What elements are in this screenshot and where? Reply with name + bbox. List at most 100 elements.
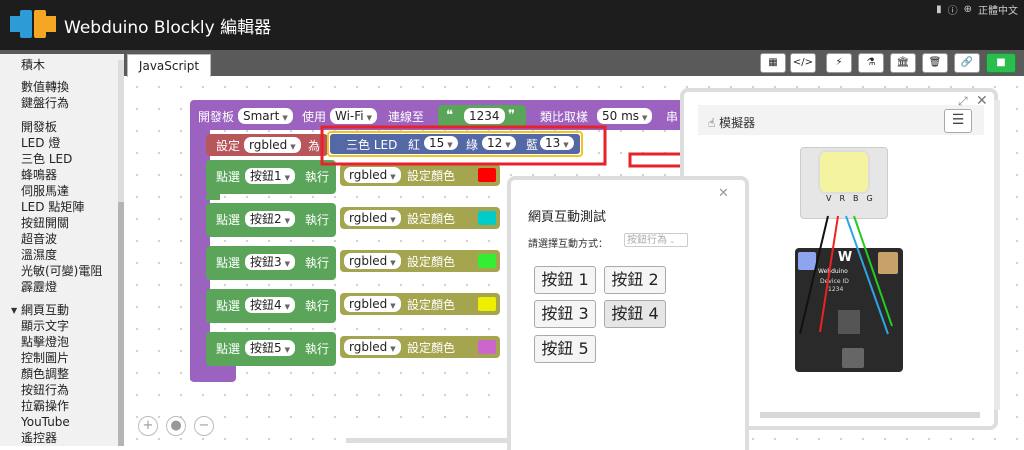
zoom-in-icon[interactable]: + bbox=[138, 416, 158, 436]
book-icon[interactable]: ▮ bbox=[936, 4, 942, 15]
block-label: 設定顏色 bbox=[407, 341, 456, 355]
sidebar-item[interactable]: 顯示文字 bbox=[21, 319, 69, 333]
variable-select[interactable]: rgbled ▼ bbox=[244, 137, 301, 153]
tab-javascript[interactable]: JavaScript bbox=[127, 54, 211, 77]
sidebar-item[interactable]: 三色 LED bbox=[21, 152, 72, 166]
rate-select[interactable]: 50 ms ▼ bbox=[597, 108, 653, 124]
block-label: 設定 bbox=[216, 139, 241, 153]
workspace-hscrollbar[interactable] bbox=[346, 438, 511, 443]
sidebar-item[interactable]: 拉霸操作 bbox=[21, 399, 69, 413]
web-button-2[interactable]: 按鈕 2 bbox=[604, 266, 666, 294]
sidebar-item[interactable]: 開發板 bbox=[21, 120, 57, 134]
dropdown-arrow-icon: ▼ bbox=[282, 114, 288, 122]
sidebar-item[interactable]: 溫濕度 bbox=[21, 248, 57, 262]
language-selector[interactable]: 正體中文 bbox=[978, 2, 1018, 17]
button-select[interactable]: 按鈕5 ▼ bbox=[245, 340, 296, 356]
app-header: Webduino Blockly 編輯器 ▮ ⓘ ⊕ 正體中文 bbox=[0, 0, 1024, 50]
sidebar-item[interactable]: 控制圖片 bbox=[21, 351, 69, 365]
info-icon[interactable]: ⓘ bbox=[948, 2, 958, 17]
board-select[interactable]: Smart ▼ bbox=[238, 108, 293, 124]
sidebar-item[interactable]: 超音波 bbox=[21, 232, 57, 246]
interaction-select[interactable]: 按鈕行為 ⌄ bbox=[624, 233, 688, 247]
block-label: 點選 bbox=[216, 299, 241, 313]
menu-icon[interactable]: ☰ bbox=[944, 109, 972, 133]
green-pin-select[interactable]: 12 ▼ bbox=[482, 136, 516, 150]
block-label: 串 bbox=[666, 110, 679, 124]
sidebar-item[interactable]: 按鈕開關 bbox=[21, 216, 69, 230]
button-select[interactable]: 按鈕1 ▼ bbox=[245, 168, 296, 184]
bank-button[interactable]: 🏛 bbox=[890, 53, 916, 73]
sidebar-item[interactable]: 網頁互動 bbox=[21, 303, 69, 317]
simulator-scrollbar[interactable] bbox=[994, 100, 1000, 410]
fullscreen-icon[interactable]: ⤢ bbox=[958, 94, 968, 109]
button-value: 按鈕3 bbox=[250, 255, 282, 269]
trash-button[interactable]: 🗑 bbox=[922, 53, 948, 73]
link-icon: 🔗 bbox=[960, 57, 974, 68]
variable-select[interactable]: rgbled ▼ bbox=[344, 339, 401, 355]
variable-select[interactable]: rgbled ▼ bbox=[344, 210, 401, 226]
close-icon[interactable]: ✕ bbox=[718, 186, 729, 201]
color-swatch[interactable] bbox=[478, 297, 496, 311]
variable-select[interactable]: rgbled ▼ bbox=[344, 167, 401, 183]
color-swatch[interactable] bbox=[478, 254, 496, 268]
conn-select[interactable]: Wi-Fi ▼ bbox=[330, 108, 378, 124]
sidebar-item[interactable]: 積木 bbox=[21, 58, 45, 72]
color-swatch[interactable] bbox=[478, 211, 496, 225]
board-device-id: 1234 bbox=[828, 286, 844, 293]
simulator-hscrollbar[interactable] bbox=[760, 412, 980, 418]
web-button-3[interactable]: 按鈕 3 bbox=[534, 300, 596, 328]
red-pin-select[interactable]: 15 ▼ bbox=[424, 136, 458, 150]
sidebar-item[interactable]: 霹靂燈 bbox=[21, 280, 57, 294]
button-select[interactable]: 按鈕3 ▼ bbox=[245, 254, 296, 270]
device-id-field[interactable]: 1234 bbox=[464, 108, 505, 124]
select-value: 按鈕行為 bbox=[627, 235, 667, 246]
web-button-5[interactable]: 按鈕 5 bbox=[534, 335, 596, 363]
qrcode-button[interactable]: ▦ bbox=[760, 53, 786, 73]
dropdown-arrow-icon: ▼ bbox=[290, 143, 296, 151]
flask-button[interactable]: ⚗ bbox=[858, 53, 884, 73]
chevron-down-icon: ⌄ bbox=[667, 237, 676, 245]
quote-open-icon: ❝ bbox=[446, 108, 453, 123]
button-select[interactable]: 按鈕2 ▼ bbox=[245, 211, 296, 227]
flash-button[interactable]: ⚡ bbox=[826, 53, 852, 73]
variable-select[interactable]: rgbled ▼ bbox=[344, 253, 401, 269]
button-select[interactable]: 按鈕4 ▼ bbox=[245, 297, 296, 313]
sidebar-item[interactable]: 按鈕行為 bbox=[21, 383, 69, 397]
blue-pin-select[interactable]: 13 ▼ bbox=[540, 136, 574, 150]
color-swatch[interactable] bbox=[478, 340, 496, 354]
zoom-out-icon[interactable]: − bbox=[194, 416, 214, 436]
green-pin-label: 綠 bbox=[466, 138, 479, 152]
dropdown-arrow-icon: ▼ bbox=[284, 217, 291, 225]
pin-label: R bbox=[839, 194, 846, 203]
web-button-4[interactable]: 按鈕 4 bbox=[604, 300, 666, 328]
close-icon[interactable]: ✕ bbox=[976, 93, 988, 109]
run-button[interactable]: ■ bbox=[986, 53, 1016, 73]
block-label: 執行 bbox=[305, 256, 330, 270]
expand-arrow-icon[interactable]: ▼ bbox=[11, 306, 17, 315]
app-title: Webduino Blockly 編輯器 bbox=[64, 18, 272, 38]
sidebar-item[interactable]: 數值轉換 bbox=[21, 80, 69, 94]
block-label: 設定顏色 bbox=[407, 255, 456, 269]
sidebar-item[interactable]: 顏色調整 bbox=[21, 367, 69, 381]
dropdown-arrow-icon: ▼ bbox=[284, 346, 291, 354]
sidebar-item[interactable]: YouTube bbox=[21, 415, 70, 429]
sidebar-item[interactable]: LED 點矩陣 bbox=[21, 200, 84, 214]
variable-select[interactable]: rgbled ▼ bbox=[344, 296, 401, 312]
sidebar-scroll-thumb[interactable] bbox=[118, 202, 124, 446]
block-label: 執行 bbox=[305, 170, 330, 184]
web-button-1[interactable]: 按鈕 1 bbox=[534, 266, 596, 294]
board-chip bbox=[838, 310, 860, 334]
sidebar-item[interactable]: 光敏(可變)電阻 bbox=[21, 264, 102, 278]
link-button[interactable]: 🔗 bbox=[954, 53, 980, 73]
code-button[interactable]: </> bbox=[790, 53, 816, 73]
sidebar-item[interactable]: 伺服馬達 bbox=[21, 184, 69, 198]
zoom-reset-icon[interactable]: ● bbox=[166, 416, 186, 436]
color-swatch[interactable] bbox=[478, 168, 496, 182]
sidebar-item[interactable]: LED 燈 bbox=[21, 136, 60, 150]
sidebar-item[interactable]: 遙控器 bbox=[21, 431, 57, 445]
quote-close-icon: ❞ bbox=[508, 108, 515, 123]
sidebar-item[interactable]: 點擊燈泡 bbox=[21, 335, 69, 349]
globe-icon[interactable]: ⊕ bbox=[964, 4, 972, 15]
sidebar-item[interactable]: 鍵盤行為 bbox=[21, 96, 69, 110]
sidebar-item[interactable]: 蜂鳴器 bbox=[21, 168, 57, 182]
